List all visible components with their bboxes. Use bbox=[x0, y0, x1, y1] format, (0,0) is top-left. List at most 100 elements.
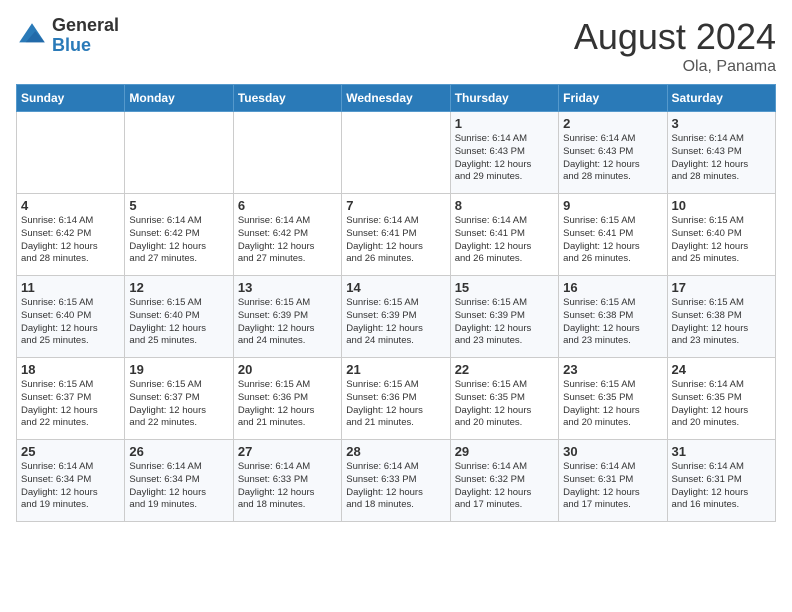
calendar-cell: 3 Sunrise: 6:14 AM Sunset: 6:43 PM Daylig… bbox=[667, 112, 775, 194]
day-info: Sunrise: 6:14 AM Sunset: 6:42 PM Dayligh… bbox=[129, 215, 228, 266]
day-info: Sunrise: 6:15 AM Sunset: 6:38 PM Dayligh… bbox=[563, 297, 662, 348]
day-number: 16 bbox=[563, 280, 662, 295]
day-info: Sunrise: 6:15 AM Sunset: 6:40 PM Dayligh… bbox=[672, 215, 771, 266]
weekday-tuesday: Tuesday bbox=[233, 85, 341, 112]
day-info: Sunrise: 6:15 AM Sunset: 6:35 PM Dayligh… bbox=[563, 379, 662, 430]
weekday-wednesday: Wednesday bbox=[342, 85, 450, 112]
day-info: Sunrise: 6:15 AM Sunset: 6:39 PM Dayligh… bbox=[238, 297, 337, 348]
calendar-cell: 22 Sunrise: 6:15 AM Sunset: 6:35 PM Dayli… bbox=[450, 358, 558, 440]
day-number: 19 bbox=[129, 362, 228, 377]
calendar-cell: 12 Sunrise: 6:15 AM Sunset: 6:40 PM Dayli… bbox=[125, 276, 233, 358]
day-info: Sunrise: 6:15 AM Sunset: 6:37 PM Dayligh… bbox=[129, 379, 228, 430]
day-info: Sunrise: 6:14 AM Sunset: 6:31 PM Dayligh… bbox=[672, 461, 771, 512]
day-info: Sunrise: 6:14 AM Sunset: 6:43 PM Dayligh… bbox=[455, 133, 554, 184]
day-info: Sunrise: 6:15 AM Sunset: 6:39 PM Dayligh… bbox=[455, 297, 554, 348]
calendar-cell: 21 Sunrise: 6:15 AM Sunset: 6:36 PM Dayli… bbox=[342, 358, 450, 440]
calendar-cell: 16 Sunrise: 6:15 AM Sunset: 6:38 PM Dayli… bbox=[559, 276, 667, 358]
logo-text: General Blue bbox=[52, 16, 119, 56]
day-number: 2 bbox=[563, 116, 662, 131]
day-number: 28 bbox=[346, 444, 445, 459]
calendar-cell: 2 Sunrise: 6:14 AM Sunset: 6:43 PM Daylig… bbox=[559, 112, 667, 194]
weekday-saturday: Saturday bbox=[667, 85, 775, 112]
calendar-cell: 28Sunrise: 6:14 AM Sunset: 6:33 PM Dayli… bbox=[342, 440, 450, 522]
day-number: 8 bbox=[455, 198, 554, 213]
calendar-cell: 9 Sunrise: 6:15 AM Sunset: 6:41 PM Daylig… bbox=[559, 194, 667, 276]
calendar-cell: 13Sunrise: 6:15 AM Sunset: 6:39 PM Dayli… bbox=[233, 276, 341, 358]
calendar-cell: 20Sunrise: 6:15 AM Sunset: 6:36 PM Dayli… bbox=[233, 358, 341, 440]
calendar-cell bbox=[342, 112, 450, 194]
day-info: Sunrise: 6:14 AM Sunset: 6:32 PM Dayligh… bbox=[455, 461, 554, 512]
day-number: 31 bbox=[672, 444, 771, 459]
day-number: 5 bbox=[129, 198, 228, 213]
day-info: Sunrise: 6:14 AM Sunset: 6:34 PM Dayligh… bbox=[129, 461, 228, 512]
logo-blue: Blue bbox=[52, 36, 119, 56]
logo: General Blue bbox=[16, 16, 119, 56]
day-info: Sunrise: 6:15 AM Sunset: 6:36 PM Dayligh… bbox=[346, 379, 445, 430]
day-info: Sunrise: 6:15 AM Sunset: 6:37 PM Dayligh… bbox=[21, 379, 120, 430]
calendar-cell bbox=[233, 112, 341, 194]
calendar-cell bbox=[125, 112, 233, 194]
weekday-friday: Friday bbox=[559, 85, 667, 112]
day-number: 20 bbox=[238, 362, 337, 377]
day-number: 15 bbox=[455, 280, 554, 295]
week-row-3: 11Sunrise: 6:15 AM Sunset: 6:40 PM Dayli… bbox=[17, 276, 776, 358]
calendar-cell: 29 Sunrise: 6:14 AM Sunset: 6:32 PM Dayli… bbox=[450, 440, 558, 522]
logo-icon bbox=[16, 20, 48, 52]
day-info: Sunrise: 6:14 AM Sunset: 6:43 PM Dayligh… bbox=[563, 133, 662, 184]
week-row-4: 18 Sunrise: 6:15 AM Sunset: 6:37 PM Dayli… bbox=[17, 358, 776, 440]
day-number: 17 bbox=[672, 280, 771, 295]
day-number: 24 bbox=[672, 362, 771, 377]
day-info: Sunrise: 6:15 AM Sunset: 6:40 PM Dayligh… bbox=[21, 297, 120, 348]
day-number: 21 bbox=[346, 362, 445, 377]
day-number: 26 bbox=[129, 444, 228, 459]
day-number: 7 bbox=[346, 198, 445, 213]
logo-general: General bbox=[52, 16, 119, 36]
day-info: Sunrise: 6:14 AM Sunset: 6:31 PM Dayligh… bbox=[563, 461, 662, 512]
calendar-cell: 30 Sunrise: 6:14 AM Sunset: 6:31 PM Dayli… bbox=[559, 440, 667, 522]
day-number: 27 bbox=[238, 444, 337, 459]
day-number: 9 bbox=[563, 198, 662, 213]
day-info: Sunrise: 6:14 AM Sunset: 6:43 PM Dayligh… bbox=[672, 133, 771, 184]
day-number: 10 bbox=[672, 198, 771, 213]
calendar-cell: 11Sunrise: 6:15 AM Sunset: 6:40 PM Dayli… bbox=[17, 276, 125, 358]
day-info: Sunrise: 6:15 AM Sunset: 6:38 PM Dayligh… bbox=[672, 297, 771, 348]
calendar-cell: 24 Sunrise: 6:14 AM Sunset: 6:35 PM Dayli… bbox=[667, 358, 775, 440]
page-header: General Blue August 2024 Ola, Panama bbox=[16, 16, 776, 76]
calendar-cell: 19 Sunrise: 6:15 AM Sunset: 6:37 PM Dayli… bbox=[125, 358, 233, 440]
calendar-cell: 1Sunrise: 6:14 AM Sunset: 6:43 PM Daylig… bbox=[450, 112, 558, 194]
day-number: 18 bbox=[21, 362, 120, 377]
day-info: Sunrise: 6:14 AM Sunset: 6:34 PM Dayligh… bbox=[21, 461, 120, 512]
day-number: 6 bbox=[238, 198, 337, 213]
calendar-cell: 5 Sunrise: 6:14 AM Sunset: 6:42 PM Daylig… bbox=[125, 194, 233, 276]
weekday-row: SundayMondayTuesdayWednesdayThursdayFrid… bbox=[17, 85, 776, 112]
day-info: Sunrise: 6:15 AM Sunset: 6:40 PM Dayligh… bbox=[129, 297, 228, 348]
day-number: 12 bbox=[129, 280, 228, 295]
calendar-cell: 6Sunrise: 6:14 AM Sunset: 6:42 PM Daylig… bbox=[233, 194, 341, 276]
day-info: Sunrise: 6:15 AM Sunset: 6:35 PM Dayligh… bbox=[455, 379, 554, 430]
day-number: 25 bbox=[21, 444, 120, 459]
weekday-monday: Monday bbox=[125, 85, 233, 112]
month-title: August 2024 bbox=[574, 16, 776, 58]
calendar-cell: 18 Sunrise: 6:15 AM Sunset: 6:37 PM Dayli… bbox=[17, 358, 125, 440]
day-number: 30 bbox=[563, 444, 662, 459]
day-number: 29 bbox=[455, 444, 554, 459]
calendar-cell: 4Sunrise: 6:14 AM Sunset: 6:42 PM Daylig… bbox=[17, 194, 125, 276]
day-number: 3 bbox=[672, 116, 771, 131]
day-info: Sunrise: 6:15 AM Sunset: 6:41 PM Dayligh… bbox=[563, 215, 662, 266]
week-row-5: 25 Sunrise: 6:14 AM Sunset: 6:34 PM Dayli… bbox=[17, 440, 776, 522]
calendar-header: SundayMondayTuesdayWednesdayThursdayFrid… bbox=[17, 85, 776, 112]
location-subtitle: Ola, Panama bbox=[574, 58, 776, 76]
week-row-1: 1Sunrise: 6:14 AM Sunset: 6:43 PM Daylig… bbox=[17, 112, 776, 194]
week-row-2: 4Sunrise: 6:14 AM Sunset: 6:42 PM Daylig… bbox=[17, 194, 776, 276]
calendar-cell: 31 Sunrise: 6:14 AM Sunset: 6:31 PM Dayli… bbox=[667, 440, 775, 522]
calendar-cell: 27 Sunrise: 6:14 AM Sunset: 6:33 PM Dayli… bbox=[233, 440, 341, 522]
weekday-sunday: Sunday bbox=[17, 85, 125, 112]
day-number: 22 bbox=[455, 362, 554, 377]
calendar-cell bbox=[17, 112, 125, 194]
day-info: Sunrise: 6:14 AM Sunset: 6:41 PM Dayligh… bbox=[346, 215, 445, 266]
calendar-cell: 10 Sunrise: 6:15 AM Sunset: 6:40 PM Dayli… bbox=[667, 194, 775, 276]
day-info: Sunrise: 6:14 AM Sunset: 6:35 PM Dayligh… bbox=[672, 379, 771, 430]
calendar-cell: 23Sunrise: 6:15 AM Sunset: 6:35 PM Dayli… bbox=[559, 358, 667, 440]
day-info: Sunrise: 6:14 AM Sunset: 6:33 PM Dayligh… bbox=[238, 461, 337, 512]
calendar-cell: 15 Sunrise: 6:15 AM Sunset: 6:39 PM Dayli… bbox=[450, 276, 558, 358]
